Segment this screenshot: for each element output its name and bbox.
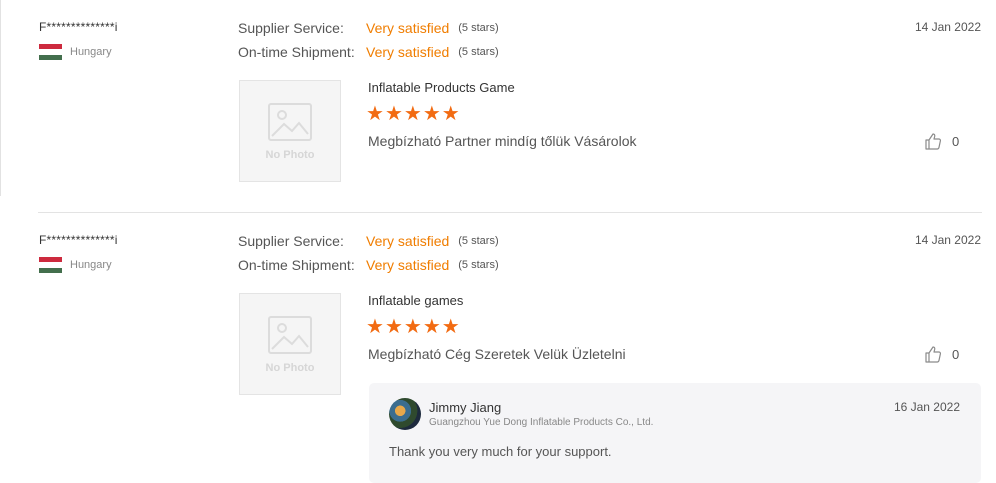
product-photo[interactable]: No Photo [239, 293, 341, 395]
product-rating-stars: ★ ★ ★ ★ ★ [366, 317, 460, 337]
star-icon: ★ [422, 316, 441, 338]
product-name[interactable]: Inflatable Products Game [368, 80, 515, 95]
shipment-stars: (5 stars) [458, 46, 499, 58]
like-count: 0 [952, 133, 960, 149]
star-icon: ★ [403, 316, 422, 338]
review-date: 14 Jan 2022 [914, 20, 981, 34]
product-name[interactable]: Inflatable games [368, 293, 463, 308]
star-icon: ★ [441, 103, 460, 125]
review-date: 14 Jan 2022 [914, 233, 981, 247]
supplier-reply: Jimmy Jiang Guangzhou Yue Dong Inflatabl… [369, 383, 981, 483]
left-divider [0, 0, 1, 196]
reply-company-name: Guangzhou Yue Dong Inflatable Products C… [429, 417, 654, 428]
reply-date: 16 Jan 2022 [893, 400, 960, 414]
product-photo[interactable]: No Photo [239, 80, 341, 182]
supplier-service-value: Very satisfied [366, 233, 450, 249]
shipment-value: Very satisfied [366, 44, 450, 60]
supplier-service-label: Supplier Service: [238, 20, 344, 36]
star-icon: ★ [422, 103, 441, 125]
star-icon: ★ [366, 103, 384, 125]
star-icon: ★ [403, 103, 422, 125]
supplier-service-stars: (5 stars) [458, 235, 499, 247]
buyer-country: Hungary [39, 257, 112, 273]
like-button[interactable]: 0 [924, 132, 959, 150]
shipment-label: On-time Shipment: [238, 257, 355, 273]
supplier-service-label: Supplier Service: [238, 233, 344, 249]
product-rating-stars: ★ ★ ★ ★ ★ [366, 104, 460, 124]
shipment-stars: (5 stars) [458, 259, 499, 271]
country-name: Hungary [70, 46, 112, 58]
thumbs-up-icon[interactable] [924, 132, 942, 150]
no-photo-label: No Photo [265, 149, 315, 161]
country-name: Hungary [70, 259, 112, 271]
like-count: 0 [952, 346, 960, 362]
review-comment: Megbízható Partner mindíg tőlük Vásárolo… [368, 133, 637, 149]
review-comment: Megbízható Cég Szeretek Velük Üzletelni [368, 346, 626, 362]
image-placeholder-icon [268, 316, 312, 354]
buyer-name: F**************i [39, 233, 118, 247]
thumbs-up-icon[interactable] [924, 345, 942, 363]
shipment-label: On-time Shipment: [238, 44, 355, 60]
rating-details: Supplier Service: Very satisfied (5 star… [238, 229, 499, 277]
star-icon: ★ [366, 316, 384, 338]
avatar [389, 398, 421, 430]
no-photo-label: No Photo [265, 362, 315, 374]
supplier-service-value: Very satisfied [366, 20, 450, 36]
star-icon: ★ [384, 316, 403, 338]
hungary-flag-icon [39, 257, 62, 273]
shipment-value: Very satisfied [366, 257, 450, 273]
review-item: F**************i Hungary Supplier Servic… [38, 213, 982, 483]
reply-author-name: Jimmy Jiang [429, 400, 502, 415]
rating-details: Supplier Service: Very satisfied (5 star… [238, 16, 499, 64]
star-icon: ★ [441, 316, 460, 338]
star-icon: ★ [384, 103, 403, 125]
reply-text: Thank you very much for your support. [389, 444, 612, 459]
supplier-service-stars: (5 stars) [458, 22, 499, 34]
image-placeholder-icon [268, 103, 312, 141]
hungary-flag-icon [39, 44, 62, 60]
buyer-country: Hungary [39, 44, 112, 60]
like-button[interactable]: 0 [924, 345, 959, 363]
buyer-name: F**************i [39, 20, 118, 34]
review-item: F**************i Hungary Supplier Servic… [38, 0, 982, 213]
